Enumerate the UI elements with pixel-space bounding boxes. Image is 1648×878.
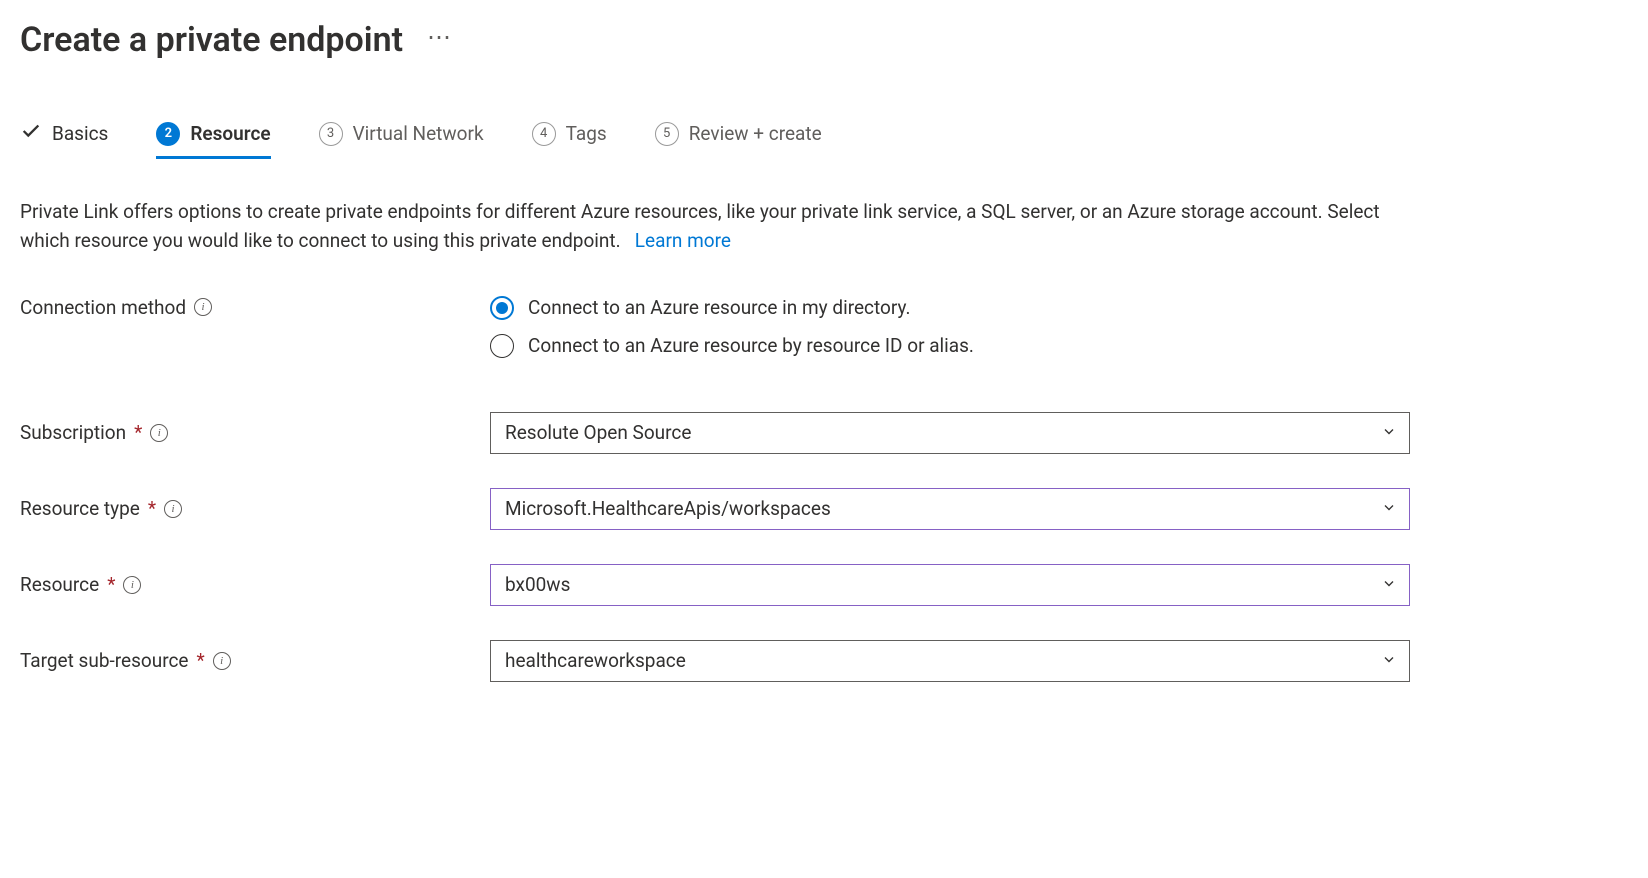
radio-icon [490, 296, 514, 320]
required-marker: * [107, 573, 115, 596]
subscription-dropdown[interactable]: Resolute Open Source [490, 412, 1410, 454]
description-text: Private Link offers options to create pr… [20, 197, 1420, 256]
step-number-icon: 4 [532, 122, 556, 146]
radio-connect-directory[interactable]: Connect to an Azure resource in my direc… [490, 296, 1410, 320]
tab-review-create[interactable]: 5 Review + create [655, 122, 822, 156]
step-number-icon: 5 [655, 122, 679, 146]
target-sub-resource-value: healthcareworkspace [505, 649, 1395, 672]
resource-label: Resource [20, 573, 99, 596]
resource-type-value: Microsoft.HealthcareApis/workspaces [505, 497, 1395, 520]
resource-dropdown[interactable]: bx00ws [490, 564, 1410, 606]
info-icon[interactable]: i [150, 424, 168, 442]
resource-form: Connection method i Connect to an Azure … [20, 296, 1628, 682]
chevron-down-icon [1381, 649, 1397, 672]
tab-basics[interactable]: Basics [20, 120, 108, 157]
subscription-label: Subscription [20, 421, 126, 444]
subscription-value: Resolute Open Source [505, 421, 1395, 444]
tab-vnet-label: Virtual Network [353, 122, 484, 145]
page-title: Create a private endpoint [20, 20, 403, 60]
info-icon[interactable]: i [123, 576, 141, 594]
resource-type-dropdown[interactable]: Microsoft.HealthcareApis/workspaces [490, 488, 1410, 530]
more-icon[interactable]: ⋯ [427, 25, 453, 55]
info-icon[interactable]: i [213, 652, 231, 670]
radio-resource-id-label: Connect to an Azure resource by resource… [528, 334, 974, 357]
resource-type-label: Resource type [20, 497, 140, 520]
wizard-tabs: Basics 2 Resource 3 Virtual Network 4 Ta… [20, 120, 1628, 157]
target-sub-resource-label: Target sub-resource [20, 649, 189, 672]
chevron-down-icon [1381, 497, 1397, 520]
tab-tags-label: Tags [566, 122, 607, 145]
tab-tags[interactable]: 4 Tags [532, 122, 607, 156]
tab-review-label: Review + create [689, 122, 822, 145]
radio-icon [490, 334, 514, 358]
info-icon[interactable]: i [164, 500, 182, 518]
info-icon[interactable]: i [194, 298, 212, 316]
required-marker: * [148, 497, 156, 520]
radio-directory-label: Connect to an Azure resource in my direc… [528, 296, 910, 319]
connection-method-label: Connection method [20, 296, 186, 319]
tab-resource-label: Resource [190, 122, 270, 145]
chevron-down-icon [1381, 573, 1397, 596]
required-marker: * [197, 649, 205, 672]
learn-more-link[interactable]: Learn more [635, 229, 731, 252]
resource-value: bx00ws [505, 573, 1395, 596]
tab-basics-label: Basics [52, 122, 108, 145]
chevron-down-icon [1381, 421, 1397, 444]
checkmark-icon [20, 120, 42, 147]
step-number-icon: 2 [156, 122, 180, 146]
tab-resource[interactable]: 2 Resource [156, 122, 270, 159]
required-marker: * [134, 421, 142, 444]
step-number-icon: 3 [319, 122, 343, 146]
tab-virtual-network[interactable]: 3 Virtual Network [319, 122, 484, 156]
target-sub-resource-dropdown[interactable]: healthcareworkspace [490, 640, 1410, 682]
radio-connect-resource-id[interactable]: Connect to an Azure resource by resource… [490, 334, 1410, 358]
connection-method-radio-group: Connect to an Azure resource in my direc… [490, 296, 1410, 358]
